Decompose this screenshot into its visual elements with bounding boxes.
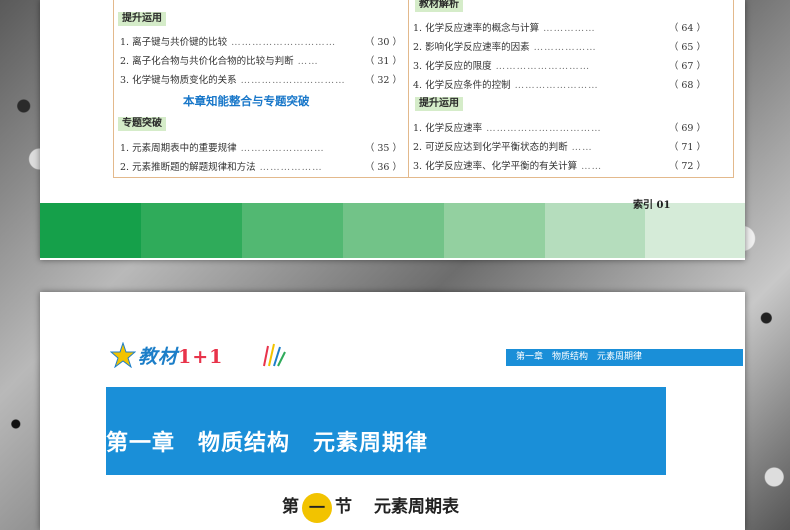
toc-item[interactable]: 3. 化学键与物质变化的关系 ………………………… (120, 72, 346, 86)
toc-item[interactable]: 2. 元素推断题的解题规律和方法 ……………… (120, 159, 323, 173)
section-heading: 第一节元素周期表 (282, 492, 459, 526)
section-number-badge: 一 (302, 492, 332, 523)
toc-item[interactable]: 2. 离子化合物与共价化合物的比较与判断 …… (120, 53, 319, 67)
footer-stripe (40, 203, 141, 258)
toc-item[interactable]: 1. 元素周期表中的重要规律 …………………… (120, 140, 325, 154)
book-logo: 教材1+1 (110, 342, 290, 370)
toc-item[interactable]: 3. 化学反应速率、化学平衡的有关计算 …… (413, 158, 602, 172)
toc-item[interactable]: 1. 离子键与共价键的比较 ………………………… (120, 34, 336, 48)
logo-text: 教材1+1 (138, 346, 224, 368)
toc-page-number: （ 30 ） (364, 37, 402, 48)
toc-page-number: （ 69 ） (668, 123, 706, 134)
toc-item[interactable]: 3. 化学反应的限度 ……………………… (413, 58, 590, 72)
toc-item[interactable]: 4. 化学反应条件的控制 …………………… (413, 77, 599, 91)
section-label-textbook: 教材解析 (415, 0, 463, 12)
toc-page-number: （ 31 ） (364, 56, 402, 67)
footer-stripe (141, 203, 242, 258)
toc-page-number: （ 64 ） (668, 23, 706, 34)
toc-page-number: （ 65 ） (668, 42, 706, 53)
toc-page-number: （ 71 ） (668, 142, 706, 153)
toc-page: 提升运用 1. 离子键与共价键的比较 ………………………… （ 30 ） 2. … (40, 0, 745, 260)
toc-item[interactable]: 1. 化学反应速率的概念与计算 …………… (413, 20, 596, 34)
footer-stripe (545, 203, 645, 258)
toc-page-number: （ 68 ） (668, 80, 706, 91)
toc-item[interactable]: 2. 影响化学反应速率的因素 ……………… (413, 39, 597, 53)
chapter-page: 教材1+1 第一章 物质结构 元素周期律 第一章 物质结构 元素周期律 第一节元… (40, 292, 745, 530)
toc-page-number: （ 72 ） (668, 161, 706, 172)
footer-stripe (645, 203, 745, 258)
index-page-label: 索引 01 (633, 200, 671, 211)
section-label-apply-left: 提升运用 (118, 12, 166, 26)
toc-item[interactable]: 1. 化学反应速率 …………………………… (413, 120, 602, 134)
section-label-apply-right: 提升运用 (415, 97, 463, 111)
running-header: 第一章 物质结构 元素周期律 (506, 349, 743, 366)
sparkle-icon (263, 343, 286, 367)
chapter-title: 第一章 物质结构 元素周期律 (106, 430, 429, 456)
footer-stripe (242, 203, 343, 258)
star-icon (110, 342, 136, 368)
toc-page-number: （ 32 ） (364, 75, 402, 86)
toc-page-number: （ 36 ） (364, 162, 402, 173)
footer-stripe (343, 203, 444, 258)
section-label-special: 专题突破 (118, 117, 166, 131)
toc-chapter-heading[interactable]: 本章知能整合与专题突破 (183, 93, 310, 109)
footer-stripe (444, 203, 545, 258)
section-title: 元素周期表 (374, 497, 459, 517)
toc-page-number: （ 35 ） (364, 143, 402, 154)
chapter-title-banner: 第一章 物质结构 元素周期律 (106, 387, 666, 475)
toc-page-number: （ 67 ） (668, 61, 706, 72)
toc-item[interactable]: 2. 可逆反应达到化学平衡状态的判断 …… (413, 139, 593, 153)
